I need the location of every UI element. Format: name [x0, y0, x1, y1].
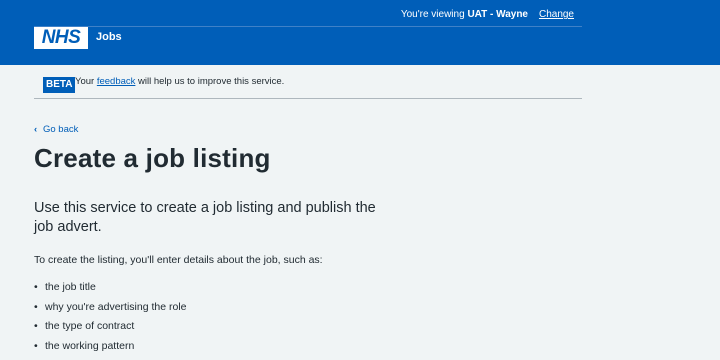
change-environment-link[interactable]: Change	[539, 9, 574, 20]
beta-tag-label: BETA	[43, 77, 76, 93]
environment-indicator: You're viewing UAT - Wayne	[401, 9, 528, 20]
go-back-label: Go back	[43, 124, 79, 135]
header-container: You're viewing UAT - Wayne Change NHS Jo…	[34, 0, 582, 65]
beta-tag: BETA	[43, 74, 76, 93]
bullet-icon: •	[34, 281, 38, 293]
nhs-logo-text: NHS	[41, 27, 81, 48]
feedback-link[interactable]: feedback	[97, 76, 136, 87]
account-bar: You're viewing UAT - Wayne Change	[34, 0, 582, 27]
lede-text: Use this service to create a job listing…	[34, 200, 376, 235]
list-item: • the job title	[34, 281, 187, 301]
list-item-label: the job title	[45, 281, 96, 293]
site-header: You're viewing UAT - Wayne Change NHS Jo…	[0, 0, 720, 65]
bullet-icon: •	[34, 320, 38, 332]
list-item: • the working pattern	[34, 340, 187, 360]
details-list: • the job title • why you're advertising t…	[34, 281, 187, 359]
page-title: Create a job listing	[34, 143, 271, 173]
list-item: • the type of contract	[34, 320, 187, 340]
list-item: • why you're advertising the role	[34, 301, 187, 321]
list-item-label: the type of contract	[45, 320, 135, 332]
service-name[interactable]: Jobs	[96, 31, 122, 43]
bullet-icon: •	[34, 300, 38, 313]
list-item-label: the working pattern	[45, 339, 135, 352]
chevron-left-icon: ‹	[34, 124, 38, 135]
viewing-environment: UAT - Wayne	[467, 9, 528, 20]
bullet-icon: •	[34, 339, 38, 352]
nhs-logo[interactable]: NHS	[34, 27, 88, 49]
go-back-link[interactable]: ‹ Go back	[34, 124, 78, 135]
phase-text-after: will help us to improve this service.	[138, 76, 285, 87]
viewing-prefix: You're viewing	[400, 9, 465, 20]
phase-banner-text: Your feedback will help us to improve th…	[75, 76, 284, 87]
phase-text-before: Your	[75, 76, 95, 87]
list-item-label: why you're advertising the role	[45, 300, 187, 313]
intro-text: To create the listing, you'll enter deta…	[34, 254, 323, 266]
